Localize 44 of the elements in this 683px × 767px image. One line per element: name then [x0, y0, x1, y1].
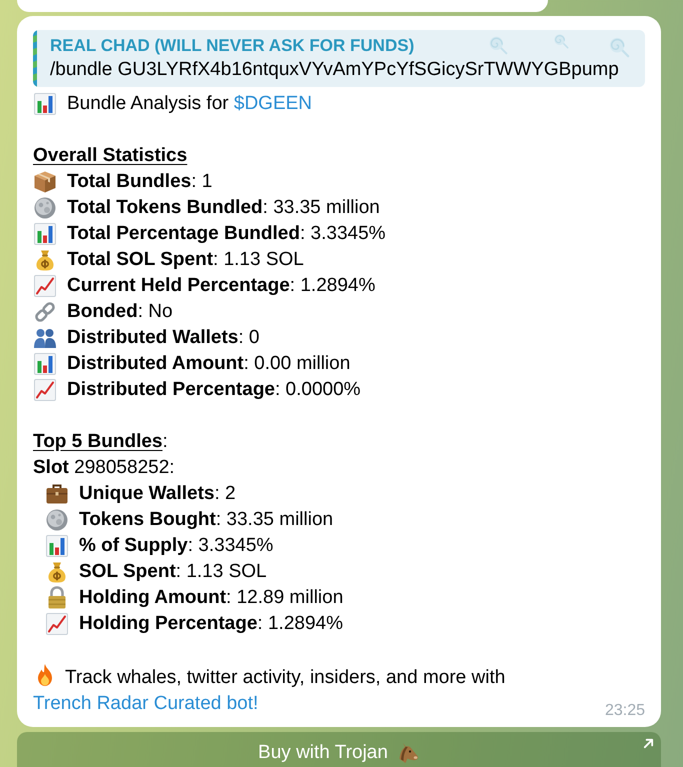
analysis-title: Bundle Analysis for $DGEEN	[67, 92, 312, 116]
stat-text: Distributed Wallets: 0	[67, 326, 260, 350]
moon-icon	[45, 508, 69, 532]
stat-text: Total Percentage Bundled: 3.3345%	[67, 222, 386, 246]
section-heading: Top 5 Bundles:	[33, 430, 168, 454]
stat-text: Bonded: No	[67, 300, 173, 324]
stat-text: Tokens Bought: 33.35 million	[79, 508, 334, 532]
stat-text: Holding Amount: 12.89 million	[79, 586, 344, 610]
token-link[interactable]: $DGEEN	[234, 93, 312, 114]
reply-text: /bundle GU3LYRfX4b16ntquxVYvAmYPcYfSGicySrTWWYGBpump	[50, 58, 619, 82]
bot-link[interactable]: Trench Radar Curated bot!	[33, 693, 258, 714]
buy-button[interactable]: Buy with Trojan	[17, 732, 661, 767]
stat-text: Current Held Percentage: 1.2894%	[67, 274, 376, 298]
slot-text: Slot 298058252:	[33, 456, 175, 480]
trend-chart-icon	[33, 378, 57, 402]
stat-text: % of Supply: 3.3345%	[79, 534, 274, 558]
trend-chart-icon	[33, 274, 57, 298]
promo-text: Track whales, twitter activity, insiders, and more with Trench Radar Curated bot!	[33, 663, 597, 717]
stat-text: Total SOL Spent: 1.13 SOL	[67, 248, 304, 272]
lollipop-icon	[488, 35, 508, 55]
package-icon	[33, 170, 57, 194]
section-heading: Overall Statistics	[33, 144, 188, 168]
message-time: 23:25	[604, 701, 645, 721]
reply-quote[interactable]: REAL CHAD (WILL NEVER ASK FOR FUNDS) /bundle GU3LYRfX4b16ntquxVYvAmYPcYfSGicySrTWWYGBpump	[33, 30, 645, 87]
bar-chart-icon	[45, 534, 69, 558]
stat-text: Total Bundles: 1	[67, 170, 212, 194]
chain-link-icon	[33, 300, 57, 324]
lollipop-icon	[553, 33, 569, 49]
bar-chart-icon	[33, 352, 57, 376]
people-icon	[33, 326, 57, 350]
lollipop-icon	[608, 36, 630, 58]
bar-chart-icon	[33, 92, 57, 116]
briefcase-icon	[45, 482, 69, 506]
trend-chart-icon	[45, 612, 69, 636]
stat-text: Total Tokens Bundled: 33.35 million	[67, 196, 380, 220]
moon-icon	[33, 196, 57, 220]
bar-chart-icon	[33, 222, 57, 246]
arrow-up-right-icon	[643, 738, 654, 749]
reply-author: REAL CHAD (WILL NEVER ASK FOR FUNDS)	[50, 35, 414, 57]
stat-text: Holding Percentage: 1.2894%	[79, 612, 343, 636]
stat-text: Distributed Percentage: 0.0000%	[67, 378, 361, 402]
stat-text: Unique Wallets: 2	[79, 482, 236, 506]
stat-text: Distributed Amount: 0.00 million	[67, 352, 350, 376]
stat-text: SOL Spent: 1.13 SOL	[79, 560, 267, 584]
